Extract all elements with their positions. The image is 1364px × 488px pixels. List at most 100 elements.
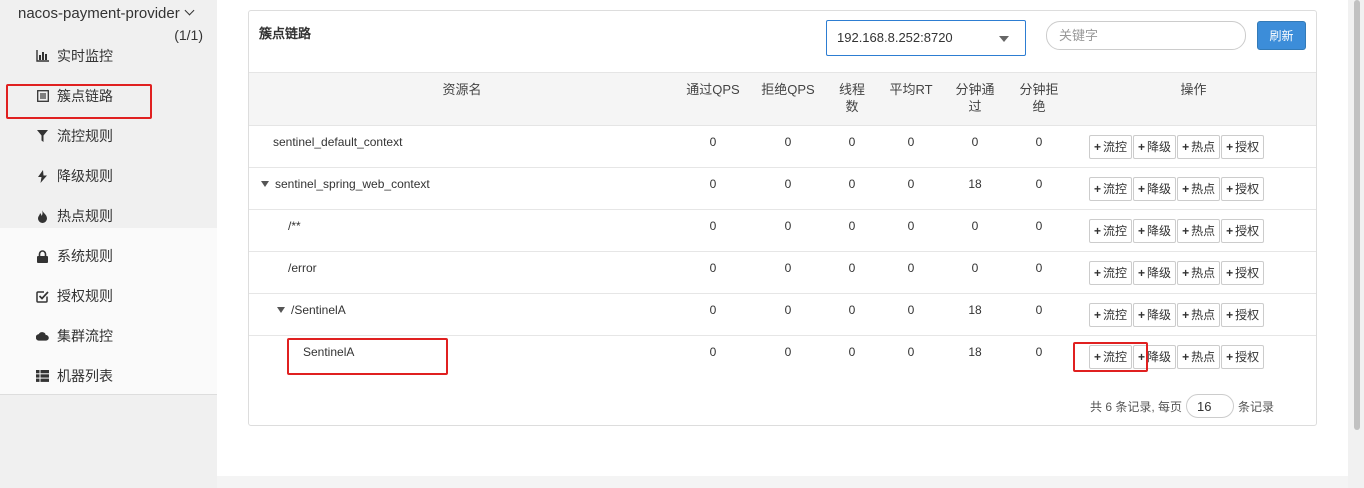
block-qps-cell: 0 [784, 261, 792, 275]
minute-block-cell: 0 [1035, 261, 1043, 275]
add-degrade-rule-button[interactable]: + 降级 [1133, 345, 1177, 369]
block-qps-cell: 0 [784, 219, 792, 233]
keyword-search-input[interactable] [1046, 21, 1246, 50]
machine-select-value: 192.168.8.252:8720 [837, 30, 953, 45]
threads-cell: 0 [848, 135, 856, 149]
list-icon [36, 90, 49, 103]
add-hotspot-rule-button[interactable]: + 热点 [1177, 219, 1221, 243]
add-degrade-rule-button[interactable]: + 降级 [1133, 135, 1177, 159]
resource-name: sentinel_default_context [273, 135, 403, 149]
app-selector[interactable]: nacos-payment-provider [18, 5, 195, 22]
caret-down-icon [999, 36, 1009, 42]
ops-cell: + 流控 + 降级 + 热点 + 授权 [1071, 252, 1316, 294]
add-degrade-rule-button[interactable]: + 降级 [1133, 303, 1177, 327]
sidebar-item-degrade-rules[interactable]: 降级规则 [0, 156, 217, 196]
plus-icon: + [1138, 308, 1146, 322]
plus-icon: + [1094, 350, 1102, 364]
ops-cell: + 流控 + 降级 + 热点 + 授权 [1071, 168, 1316, 210]
table-row: sentinel_default_context 0 0 0 0 0 0 + 流控… [249, 126, 1316, 168]
plus-icon: + [1138, 182, 1146, 196]
pager-total: 共 6 条记录, 每页 [1090, 399, 1183, 414]
avg-rt-cell: 0 [907, 219, 915, 233]
ops-cell: + 流控 + 降级 + 热点 + 授权 [1071, 126, 1316, 168]
plus-icon: + [1094, 140, 1102, 154]
header-minute-block: 分钟拒 绝 [1007, 72, 1071, 126]
block-qps-cell: 0 [784, 135, 792, 149]
filter-icon [36, 130, 49, 143]
add-flow-rule-button[interactable]: + 流控 [1089, 177, 1133, 201]
add-authority-rule-button[interactable]: + 授权 [1221, 261, 1265, 285]
header-pass-qps: 通过QPS [675, 72, 751, 126]
flash-icon [36, 169, 49, 183]
sidebar-item-realtime-monitor[interactable]: 实时监控 [0, 36, 217, 76]
sidebar-item-cluster-flow[interactable]: 集群流控 [0, 316, 217, 356]
resource-name: SentinelA [303, 345, 355, 359]
plus-icon: + [1182, 140, 1190, 154]
table-row: SentinelA 0 0 0 0 18 0 + 流控 + 降级 + 热点 + 授权 [249, 336, 1316, 378]
sidebar-item-label: 系统规则 [57, 248, 113, 264]
check-square-icon [36, 290, 49, 303]
expand-triangle-icon[interactable] [261, 181, 269, 187]
resource-name: sentinel_spring_web_context [275, 177, 430, 191]
add-hotspot-rule-button[interactable]: + 热点 [1177, 303, 1221, 327]
add-hotspot-rule-button[interactable]: + 热点 [1177, 345, 1221, 369]
plus-icon: + [1226, 350, 1234, 364]
add-authority-rule-button[interactable]: + 授权 [1221, 177, 1265, 201]
header-ops: 操作 [1071, 72, 1316, 126]
refresh-button[interactable]: 刷新 [1257, 21, 1306, 50]
machine-select[interactable]: 192.168.8.252:8720 [826, 20, 1026, 56]
block-qps-cell: 0 [784, 303, 792, 317]
page-size-input[interactable] [1186, 394, 1235, 418]
sidebar-item-label: 授权规则 [57, 288, 113, 304]
pass-qps-cell: 0 [709, 177, 717, 191]
sidebar-item-authority-rules[interactable]: 授权规则 [0, 276, 217, 316]
plus-icon: + [1226, 308, 1234, 322]
threads-cell: 0 [848, 177, 856, 191]
avg-rt-cell: 0 [907, 177, 915, 191]
add-hotspot-rule-button[interactable]: + 热点 [1177, 177, 1221, 201]
add-authority-rule-button[interactable]: + 授权 [1221, 345, 1265, 369]
add-flow-rule-button[interactable]: + 流控 [1089, 261, 1133, 285]
scrollbar-thumb[interactable] [1354, 0, 1360, 430]
add-authority-rule-button[interactable]: + 授权 [1221, 135, 1265, 159]
sidebar-item-hotspot-rules[interactable]: 热点规则 [0, 196, 217, 236]
lock-icon [36, 249, 49, 263]
add-degrade-rule-button[interactable]: + 降级 [1133, 261, 1177, 285]
minute-pass-cell: 0 [971, 219, 979, 233]
resource-name: /error [288, 261, 317, 275]
table-row: /error 0 0 0 0 0 0 + 流控 + 降级 + 热点 + 授权 [249, 252, 1316, 294]
plus-icon: + [1138, 224, 1146, 238]
plus-icon: + [1094, 224, 1102, 238]
horizontal-scroll-area [217, 476, 1348, 488]
sidebar-item-label: 流控规则 [57, 128, 113, 144]
add-hotspot-rule-button[interactable]: + 热点 [1177, 261, 1221, 285]
sidebar-item-machine-list[interactable]: 机器列表 [0, 356, 217, 396]
plus-icon: + [1182, 182, 1190, 196]
expand-triangle-icon[interactable] [277, 307, 285, 313]
minute-pass-cell: 18 [968, 177, 982, 191]
add-authority-rule-button[interactable]: + 授权 [1221, 219, 1265, 243]
add-flow-rule-button[interactable]: + 流控 [1089, 303, 1133, 327]
add-flow-rule-button[interactable]: + 流控 [1089, 345, 1133, 369]
th-list-icon [36, 370, 49, 383]
resource-table: 资源名 通过QPS 拒绝QPS 线程 数 平均RT 分钟通 过 分钟拒 绝 操作… [249, 72, 1316, 378]
plus-icon: + [1182, 224, 1190, 238]
sidebar-item-cluster-link[interactable]: 簇点链路 [0, 76, 217, 119]
add-flow-rule-button[interactable]: + 流控 [1089, 219, 1133, 243]
sidebar-item-label: 热点规则 [57, 208, 113, 224]
ops-cell: + 流控 + 降级 + 热点 + 授权 [1071, 210, 1316, 252]
add-authority-rule-button[interactable]: + 授权 [1221, 303, 1265, 327]
pagination: 共 6 条记录, 每页 条记录 [1090, 394, 1274, 418]
add-degrade-rule-button[interactable]: + 降级 [1133, 177, 1177, 201]
add-flow-rule-button[interactable]: + 流控 [1089, 135, 1133, 159]
minute-block-cell: 0 [1035, 135, 1043, 149]
plus-icon: + [1182, 350, 1190, 364]
ops-cell: + 流控 + 降级 + 热点 + 授权 [1071, 336, 1316, 378]
add-hotspot-rule-button[interactable]: + 热点 [1177, 135, 1221, 159]
sidebar: nacos-payment-provider (1/1) 实时监控 簇点链路 流… [0, 0, 217, 488]
add-degrade-rule-button[interactable]: + 降级 [1133, 219, 1177, 243]
sidebar-item-flow-rules[interactable]: 流控规则 [0, 116, 217, 156]
pass-qps-cell: 0 [709, 303, 717, 317]
sidebar-item-system-rules[interactable]: 系统规则 [0, 236, 217, 276]
table-row: /SentinelA 0 0 0 0 18 0 + 流控 + 降级 + 热点 + 授权 [249, 294, 1316, 336]
